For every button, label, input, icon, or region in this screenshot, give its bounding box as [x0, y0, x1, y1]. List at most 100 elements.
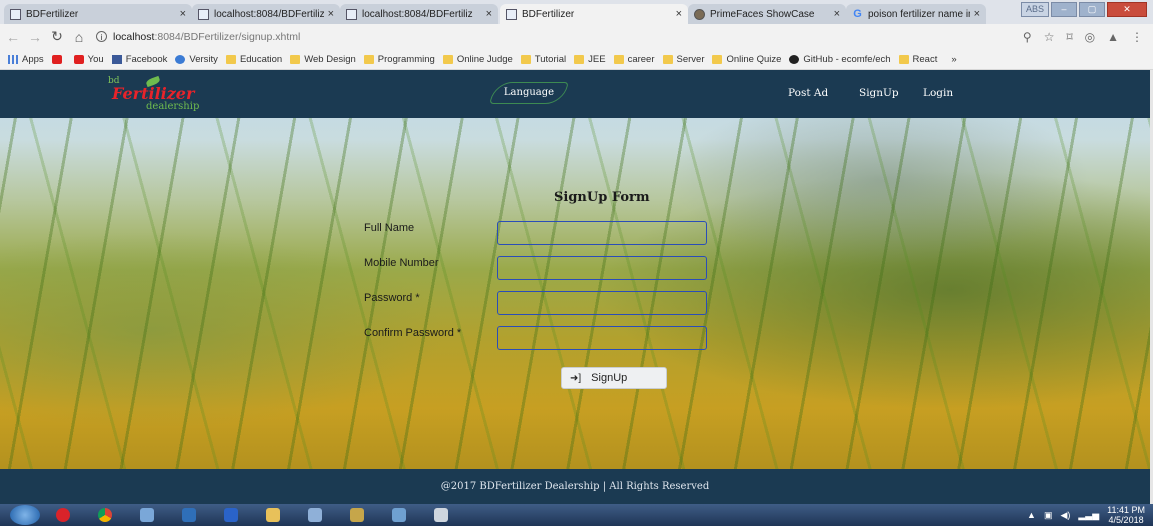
window-controls: ABS – ▢ ✕: [1021, 2, 1147, 17]
browser-tab[interactable]: localhost:8084/BDFertiliz ×: [192, 4, 340, 24]
bookmarks-bar: Apps You Facebook Versity Education Web …: [0, 49, 1153, 70]
page-icon: [346, 8, 357, 20]
close-tab-icon[interactable]: ×: [486, 8, 492, 20]
mobile-number-input[interactable]: [497, 256, 707, 280]
browser-tab[interactable]: G poison fertilizer name in ×: [846, 4, 986, 24]
close-tab-icon[interactable]: ×: [834, 8, 840, 20]
bookmark-folder[interactable]: Web Design: [290, 54, 356, 65]
youtube-icon: [73, 54, 84, 64]
folder-icon: [574, 54, 585, 64]
browser-tab[interactable]: localhost:8084/BDFertiliz ×: [340, 4, 498, 24]
close-tab-icon[interactable]: ×: [974, 8, 980, 20]
extension-icon[interactable]: ◎: [1085, 30, 1095, 44]
browser-tabstrip: BDFertilizer × localhost:8084/BDFertiliz…: [0, 0, 1153, 24]
sign-in-icon: ➜]: [570, 372, 582, 384]
language-label: Language: [503, 87, 555, 98]
explorer-taskbar-icon[interactable]: [254, 506, 292, 524]
opera-taskbar-icon[interactable]: [44, 506, 82, 524]
confirm-password-input[interactable]: [497, 326, 707, 350]
close-tab-icon[interactable]: ×: [328, 8, 334, 20]
confirm-password-label: Confirm Password *: [364, 327, 462, 339]
nav-post-ad[interactable]: Post Ad: [788, 87, 828, 99]
folder-icon: [290, 54, 301, 64]
maximize-button[interactable]: ▢: [1079, 2, 1105, 17]
windows-taskbar: ▲ ▣ ◀) ▂▃▅ 11:41 PM 4/5/2018: [0, 504, 1153, 526]
tab-title: localhost:8084/BDFertiliz: [214, 8, 324, 20]
close-tab-icon[interactable]: ×: [676, 8, 682, 20]
menu-icon[interactable]: ⋮: [1131, 30, 1143, 44]
toolbar-icons: ⚲ ☆ ⌑ ◎ ▲ ⋮: [1023, 30, 1143, 44]
full-name-input[interactable]: [497, 221, 707, 245]
bookmark-folder[interactable]: Server: [662, 54, 704, 65]
bookmark-folder[interactable]: career: [613, 54, 655, 65]
folder-icon: [225, 54, 236, 64]
bookmark-apps[interactable]: Apps: [8, 54, 44, 65]
url-field[interactable]: i localhost:8084/BDFertilizer/signup.xht…: [96, 27, 1023, 46]
bookmark-facebook[interactable]: Facebook: [111, 54, 167, 65]
cast-icon[interactable]: ⌑: [1066, 30, 1072, 44]
back-icon[interactable]: ←: [4, 29, 22, 45]
signup-button[interactable]: ➜] SignUp: [561, 367, 667, 389]
folder-icon: [613, 54, 624, 64]
bookmark-star-icon[interactable]: ☆: [1044, 30, 1055, 44]
minimize-button[interactable]: –: [1051, 2, 1077, 17]
close-tab-icon[interactable]: ×: [180, 8, 186, 20]
start-button[interactable]: [10, 505, 40, 525]
tab-title: PrimeFaces ShowCase: [710, 8, 815, 20]
bookmark-folder[interactable]: Online Judge: [442, 54, 513, 65]
url-host: localhost: [113, 30, 155, 43]
folder-icon: [442, 54, 453, 64]
browser-tab[interactable]: BDFertilizer ×: [4, 4, 192, 24]
bookmark-you[interactable]: You: [73, 54, 104, 65]
nav-login[interactable]: Login: [923, 87, 953, 99]
bookmark-folder[interactable]: React: [898, 54, 937, 65]
extension-icon[interactable]: ▲: [1107, 30, 1119, 44]
bookmark-youtube[interactable]: [51, 54, 66, 64]
chrome-taskbar-icon[interactable]: [86, 506, 124, 524]
password-label: Password *: [364, 292, 420, 304]
language-button[interactable]: Language: [489, 82, 569, 104]
network-icon[interactable]: ▣: [1044, 510, 1053, 521]
browser-tab[interactable]: PrimeFaces ShowCase ×: [688, 4, 846, 24]
github-icon: [789, 54, 800, 64]
home-icon[interactable]: ⌂: [70, 29, 88, 45]
reload-icon[interactable]: ↻: [48, 28, 66, 45]
bookmark-folder[interactable]: Education: [225, 54, 282, 65]
bookmark-github[interactable]: GitHub - ecomfe/ech: [789, 54, 891, 65]
url-path: :8084/BDFertilizer/signup.xhtml: [154, 30, 301, 43]
bookmark-versity[interactable]: Versity: [175, 54, 218, 65]
app-taskbar-icon[interactable]: [338, 506, 376, 524]
tab-title: BDFertilizer: [26, 8, 79, 20]
virtualbox-taskbar-icon[interactable]: [170, 506, 208, 524]
clock-time: 11:41 PM: [1107, 505, 1145, 515]
close-window-button[interactable]: ✕: [1107, 2, 1147, 17]
folder-icon: [712, 54, 723, 64]
forward-icon[interactable]: →: [26, 29, 44, 45]
network-taskbar-icon[interactable]: [128, 506, 166, 524]
signup-button-label: SignUp: [591, 372, 628, 384]
browser-tab-active[interactable]: BDFertilizer ×: [500, 4, 688, 24]
app-taskbar-icon[interactable]: [422, 506, 460, 524]
bookmark-folder[interactable]: Programming: [363, 54, 435, 65]
tab-title: BDFertilizer: [522, 8, 575, 20]
page-icon: [506, 8, 517, 20]
editor-taskbar-icon[interactable]: [296, 506, 334, 524]
form-title: SignUp Form: [554, 190, 650, 205]
nav-signup[interactable]: SignUp: [859, 87, 899, 99]
bookmark-folder[interactable]: Tutorial: [520, 54, 566, 65]
show-hidden-icons-icon[interactable]: ▲: [1027, 510, 1036, 520]
bookmarks-more-icon[interactable]: »: [951, 54, 956, 65]
full-name-label: Full Name: [364, 222, 415, 234]
zoom-icon[interactable]: ⚲: [1023, 30, 1032, 44]
system-tray: ▲ ▣ ◀) ▂▃▅ 11:41 PM 4/5/2018: [1027, 505, 1145, 525]
info-icon[interactable]: i: [96, 31, 107, 42]
app-taskbar-icon[interactable]: [380, 506, 418, 524]
bookmark-folder[interactable]: JEE: [574, 54, 606, 65]
signal-icon[interactable]: ▂▃▅: [1078, 510, 1099, 521]
bookmark-folder[interactable]: Online Quize: [712, 54, 781, 65]
page-icon: [10, 8, 21, 20]
visual-studio-taskbar-icon[interactable]: [212, 506, 250, 524]
password-input[interactable]: [497, 291, 707, 315]
clock[interactable]: 11:41 PM 4/5/2018: [1107, 505, 1145, 525]
speaker-icon[interactable]: ◀): [1060, 510, 1070, 521]
